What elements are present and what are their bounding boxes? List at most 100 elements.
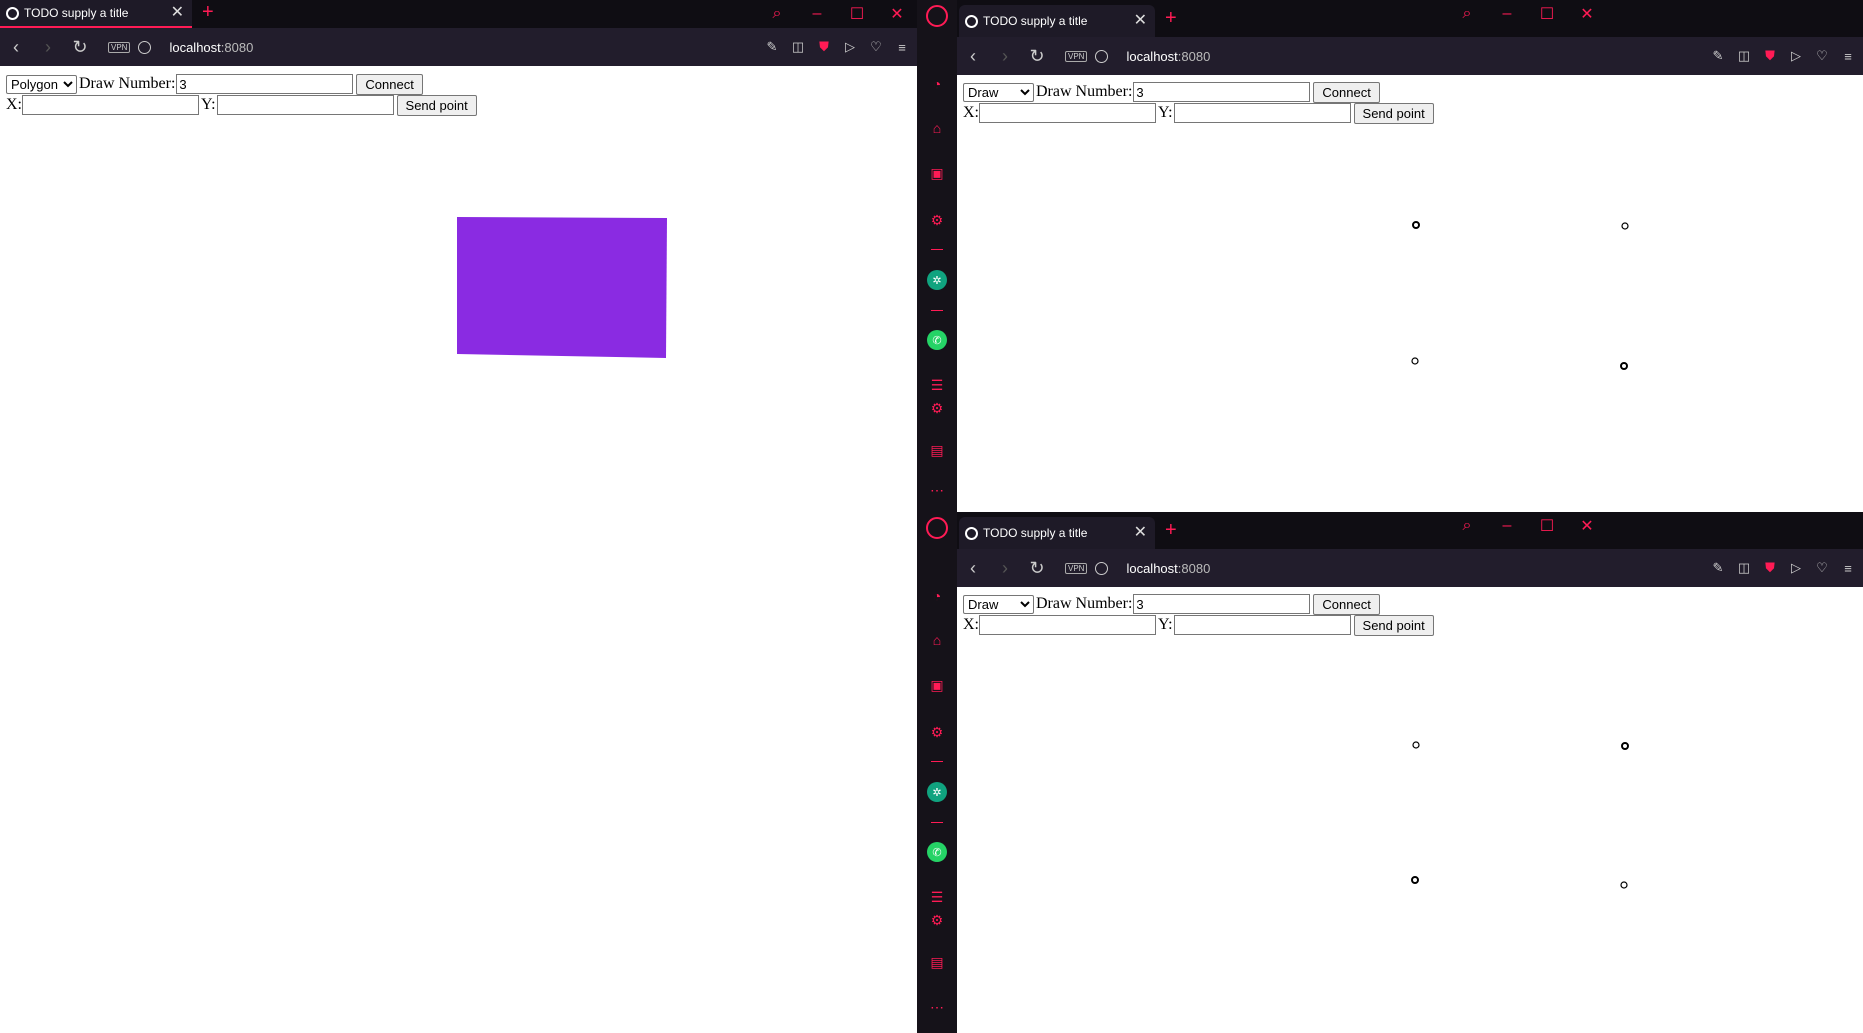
opera-icon[interactable]	[926, 517, 948, 539]
reload-icon[interactable]: ↻	[64, 37, 96, 58]
tab-active[interactable]: TODO supply a title ✕	[0, 0, 192, 28]
menu-icon[interactable]: ≡	[1841, 49, 1855, 64]
menu-icon[interactable]: ≡	[895, 40, 909, 55]
edit-icon[interactable]: ✎	[1711, 48, 1725, 64]
back-icon[interactable]: ‹	[957, 558, 989, 579]
minimize-icon[interactable]: –	[1487, 517, 1527, 535]
drawing-canvas[interactable]	[957, 587, 1863, 1033]
url-port: :8080	[1177, 48, 1211, 64]
speed-dial-icon[interactable]: ◔	[927, 586, 947, 606]
address-bar: ‹ › ↻ VPN localhost:8080 ✎ ◫ ⛊ ▷ ♡ ≡	[957, 549, 1863, 587]
close-icon[interactable]: ✕	[1567, 4, 1607, 24]
toolbar-icons: ✎ ◫ ⛊ ▷ ♡ ≡	[1711, 48, 1855, 64]
maximize-icon[interactable]: ☐	[837, 4, 877, 24]
workspace-icon[interactable]: ☰	[927, 375, 947, 395]
back-icon[interactable]: ‹	[957, 46, 989, 67]
twitch-icon[interactable]: ▣	[927, 675, 947, 695]
maximize-icon[interactable]: ☐	[1527, 4, 1567, 24]
forward-icon[interactable]: ›	[989, 558, 1021, 579]
url-field[interactable]: localhost:8080	[1126, 49, 1210, 64]
url-port: :8080	[220, 39, 254, 55]
extension-icon[interactable]: ⚙	[927, 398, 947, 418]
camera-icon[interactable]: ◫	[791, 39, 805, 55]
gallery-icon[interactable]: ▤	[927, 440, 947, 460]
search-icon[interactable]: ⌕	[1447, 517, 1487, 535]
url-host: localhost	[1126, 48, 1178, 64]
settings-icon[interactable]: ⚙	[927, 210, 947, 230]
workspace-icon[interactable]: ☰	[927, 887, 947, 907]
chatgpt-icon[interactable]: ✲	[927, 782, 947, 802]
edit-icon[interactable]: ✎	[1711, 560, 1725, 576]
plus-icon[interactable]: +	[202, 2, 214, 22]
send-icon[interactable]: ▷	[1789, 560, 1803, 576]
window-controls: ⌕ – ☐ ✕	[1447, 0, 1607, 28]
back-icon[interactable]: ‹	[0, 37, 32, 58]
globe-icon	[1095, 49, 1109, 63]
drawing-canvas[interactable]	[957, 75, 1863, 512]
gallery-icon[interactable]: ▤	[927, 952, 947, 972]
vpn-badge[interactable]: VPN	[1065, 50, 1088, 62]
browser-window-bottom-right: ◔ ⌂ ▣ ⚙ ✲ ✆ ☰ ⚙ ▤ ⋯ TODO supply a title …	[917, 512, 1863, 1033]
heart-icon[interactable]: ♡	[1815, 560, 1829, 576]
opera-icon[interactable]	[926, 5, 948, 27]
vpn-badge[interactable]: VPN	[1065, 562, 1088, 574]
address-bar: ‹ › ↻ VPN localhost:8080 ✎ ◫ ⛊ ▷ ♡ ≡	[957, 37, 1863, 75]
point-marker	[1621, 742, 1629, 750]
shield-icon[interactable]: ⛊	[1763, 560, 1777, 576]
tab-active[interactable]: TODO supply a title ✕	[959, 5, 1155, 37]
url-host: localhost	[169, 39, 221, 55]
bag-icon[interactable]: ⌂	[927, 118, 947, 138]
point-marker	[1412, 741, 1420, 749]
shield-icon[interactable]: ⛊	[1763, 48, 1777, 64]
close-icon[interactable]: ✕	[1567, 516, 1607, 536]
tab-bar: TODO supply a title ✕ + ⌕ – ☐ ✕	[957, 0, 1863, 37]
twitch-icon[interactable]: ▣	[927, 163, 947, 183]
shield-icon[interactable]: ⛊	[817, 39, 831, 55]
more-icon[interactable]: ⋯	[927, 997, 947, 1017]
camera-icon[interactable]: ◫	[1737, 48, 1751, 64]
globe-icon	[965, 14, 978, 28]
send-icon[interactable]: ▷	[843, 39, 857, 55]
point-marker	[1620, 362, 1628, 370]
point-marker	[1412, 221, 1420, 229]
maximize-icon[interactable]: ☐	[1527, 516, 1567, 536]
drawing-canvas[interactable]	[0, 66, 917, 1033]
reload-icon[interactable]: ↻	[1021, 46, 1053, 67]
search-icon[interactable]: ⌕	[1447, 5, 1487, 23]
edit-icon[interactable]: ✎	[765, 39, 779, 55]
speed-dial-icon[interactable]: ◔	[927, 74, 947, 94]
close-icon[interactable]: ✕	[171, 5, 184, 21]
extension-icon[interactable]: ⚙	[927, 910, 947, 930]
minimize-icon[interactable]: –	[797, 5, 837, 23]
close-icon[interactable]: ✕	[1134, 13, 1147, 29]
plus-icon[interactable]: +	[1165, 520, 1177, 540]
minimize-icon[interactable]: –	[1487, 5, 1527, 23]
whatsapp-icon[interactable]: ✆	[927, 842, 947, 862]
close-icon[interactable]: ✕	[877, 4, 917, 24]
camera-icon[interactable]: ◫	[1737, 560, 1751, 576]
forward-icon[interactable]: ›	[32, 37, 64, 58]
settings-icon[interactable]: ⚙	[927, 722, 947, 742]
whatsapp-icon[interactable]: ✆	[927, 330, 947, 350]
forward-icon[interactable]: ›	[989, 46, 1021, 67]
plus-icon[interactable]: +	[1165, 8, 1177, 28]
tab-title: TODO supply a title	[983, 14, 1088, 28]
tab-active[interactable]: TODO supply a title ✕	[959, 517, 1155, 549]
sidebar-divider	[931, 761, 943, 762]
drawn-polygon	[457, 217, 667, 358]
search-icon[interactable]: ⌕	[757, 5, 797, 23]
chatgpt-icon[interactable]: ✲	[927, 270, 947, 290]
sidebar: ◔ ⌂ ▣ ⚙ ✲ ✆ ☰ ⚙ ▤ ⋯	[917, 512, 957, 1033]
close-icon[interactable]: ✕	[1134, 525, 1147, 541]
reload-icon[interactable]: ↻	[1021, 558, 1053, 579]
heart-icon[interactable]: ♡	[869, 39, 883, 55]
point-marker	[1411, 357, 1419, 365]
bag-icon[interactable]: ⌂	[927, 630, 947, 650]
heart-icon[interactable]: ♡	[1815, 48, 1829, 64]
vpn-badge[interactable]: VPN	[108, 41, 131, 53]
more-icon[interactable]: ⋯	[927, 480, 947, 500]
url-field[interactable]: localhost:8080	[1126, 561, 1210, 576]
menu-icon[interactable]: ≡	[1841, 561, 1855, 576]
send-icon[interactable]: ▷	[1789, 48, 1803, 64]
url-field[interactable]: localhost:8080	[169, 40, 253, 55]
